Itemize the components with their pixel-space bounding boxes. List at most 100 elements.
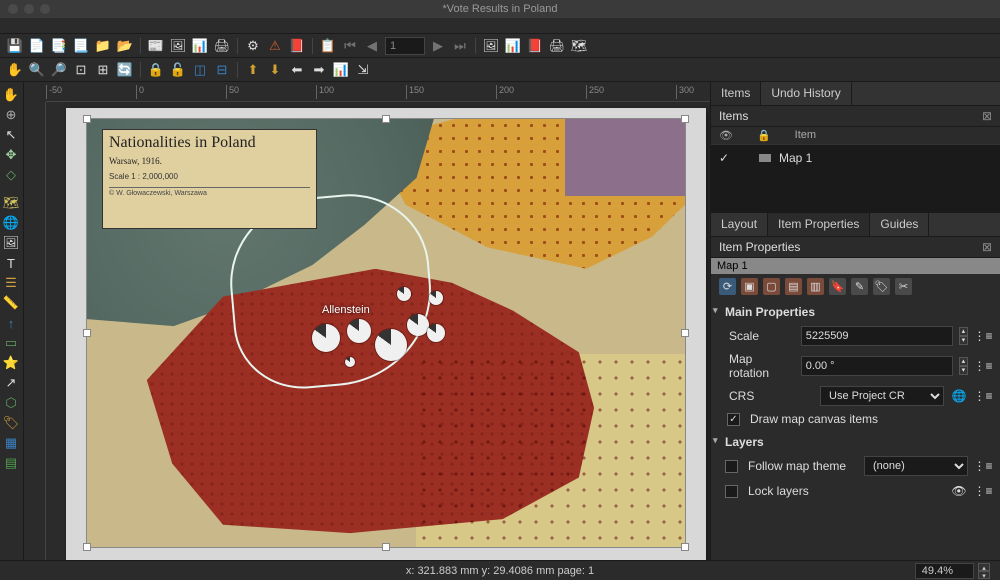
- resize-handle[interactable]: [681, 543, 689, 551]
- visible-check[interactable]: ✓: [719, 151, 731, 165]
- tab-undo-history[interactable]: Undo History: [761, 82, 851, 105]
- last-feature-button[interactable]: ⏭: [451, 37, 469, 55]
- add-arrow-button[interactable]: ↗: [2, 374, 20, 392]
- move-content-tool[interactable]: ✥: [2, 146, 20, 164]
- zoom-out-button[interactable]: 🔎: [50, 61, 68, 79]
- view-scale-button[interactable]: ▥: [807, 278, 824, 295]
- resize-handle[interactable]: [382, 543, 390, 551]
- zoom-tool[interactable]: ⊕: [2, 106, 20, 124]
- resize-handle[interactable]: [681, 329, 689, 337]
- distribute-button[interactable]: 📊: [332, 61, 350, 79]
- resize-handle[interactable]: [382, 115, 390, 123]
- atlas-config-button[interactable]: 🗺: [570, 37, 588, 55]
- layout-page[interactable]: Nationalities in Poland Warsaw, 1916. Sc…: [66, 108, 706, 560]
- lock-layers-checkbox[interactable]: [725, 485, 738, 498]
- crs-picker-icon[interactable]: 🌐: [950, 387, 968, 405]
- section-main-properties[interactable]: Main Properties: [711, 299, 1000, 323]
- lock-button[interactable]: 🔒: [147, 61, 165, 79]
- menu-bar[interactable]: [0, 18, 1000, 34]
- lower-button[interactable]: ⬇: [266, 61, 284, 79]
- new-layout-button[interactable]: 📄: [28, 37, 46, 55]
- atlas-settings-button[interactable]: ⚙: [244, 37, 262, 55]
- save-button[interactable]: 💾: [6, 37, 24, 55]
- spin-up[interactable]: ▴: [959, 357, 968, 366]
- zoom-up[interactable]: ▴: [978, 563, 990, 571]
- crs-select[interactable]: Use Project CR: [820, 386, 944, 406]
- clip-button[interactable]: ✂: [895, 278, 912, 295]
- align-left-button[interactable]: ⬅: [288, 61, 306, 79]
- add-label-button[interactable]: T: [2, 254, 20, 272]
- resize-handle[interactable]: [681, 115, 689, 123]
- atlas-preview-button[interactable]: ⚠: [266, 37, 284, 55]
- add-html-button[interactable]: 🏷: [2, 414, 20, 432]
- add-page-button[interactable]: 📰: [147, 37, 165, 55]
- atlas-print-button[interactable]: 🖨: [548, 37, 566, 55]
- data-override-icon[interactable]: ⋮≡: [974, 327, 992, 345]
- import-button[interactable]: 📂: [116, 37, 134, 55]
- labeling-button[interactable]: 🏷: [873, 278, 890, 295]
- resize-handle[interactable]: [83, 329, 91, 337]
- minimize-icon[interactable]: [24, 4, 34, 14]
- add-shape-button[interactable]: ▭: [2, 334, 20, 352]
- tab-layout[interactable]: Layout: [711, 213, 768, 236]
- refresh-button[interactable]: 🔄: [116, 61, 134, 79]
- add-north-arrow-button[interactable]: ↑: [2, 314, 20, 332]
- zoom-in-button[interactable]: 🔍: [28, 61, 46, 79]
- delete-button[interactable]: 📃: [72, 37, 90, 55]
- close-panel-icon[interactable]: ⊠: [982, 109, 992, 123]
- item-row-map1[interactable]: ✓ Map 1: [715, 149, 996, 167]
- add-3d-map-button[interactable]: 🌐: [2, 214, 20, 232]
- interactive-edit-button[interactable]: ✎: [851, 278, 868, 295]
- add-legend-button[interactable]: ☰: [2, 274, 20, 292]
- spin-down[interactable]: ▾: [959, 366, 968, 375]
- ungroup-button[interactable]: ⊟: [213, 61, 231, 79]
- align-right-button[interactable]: ➡: [310, 61, 328, 79]
- section-layers[interactable]: Layers: [711, 429, 1000, 453]
- scale-input[interactable]: [801, 326, 953, 346]
- duplicate-button[interactable]: 📑: [50, 37, 68, 55]
- add-marker-button[interactable]: ⭐: [2, 354, 20, 372]
- set-scale-button[interactable]: ▤: [785, 278, 802, 295]
- follow-theme-checkbox[interactable]: [725, 460, 738, 473]
- export-pdf-button[interactable]: 📕: [288, 37, 306, 55]
- update-preview-button[interactable]: ⟳: [719, 278, 736, 295]
- draw-canvas-checkbox[interactable]: ✓: [727, 413, 740, 426]
- tab-item-properties[interactable]: Item Properties: [768, 213, 870, 236]
- add-scalebar-button[interactable]: 📏: [2, 294, 20, 312]
- first-feature-button[interactable]: ⏮: [341, 37, 359, 55]
- group-button[interactable]: ◫: [191, 61, 209, 79]
- rotation-input[interactable]: [801, 356, 953, 376]
- data-override-icon[interactable]: ⋮≡: [974, 387, 992, 405]
- zoom-input[interactable]: 49.4%: [915, 563, 974, 579]
- print-button[interactable]: 🖨: [213, 37, 231, 55]
- add-image-button[interactable]: 🖼: [2, 234, 20, 252]
- resize-handle[interactable]: [83, 543, 91, 551]
- pan-tool[interactable]: ✋: [2, 86, 20, 104]
- add-table-button[interactable]: ▦: [2, 434, 20, 452]
- zoom-100-button[interactable]: ⊞: [94, 61, 112, 79]
- copy-layers-icon[interactable]: 👁: [950, 482, 968, 500]
- spin-up[interactable]: ▴: [959, 327, 968, 336]
- col-lock-icon[interactable]: 🔒: [757, 129, 771, 142]
- resize-button[interactable]: ⇲: [354, 61, 372, 79]
- view-extent-button[interactable]: ▢: [763, 278, 780, 295]
- select-tool[interactable]: ↖: [2, 126, 20, 144]
- export-atlas-image-button[interactable]: 🖼: [482, 37, 500, 55]
- data-override-icon[interactable]: ⋮≡: [974, 457, 992, 475]
- page-number-input[interactable]: [385, 37, 425, 55]
- data-override-icon[interactable]: ⋮≡: [974, 357, 992, 375]
- unlock-button[interactable]: 🔓: [169, 61, 187, 79]
- pan-button[interactable]: ✋: [6, 61, 24, 79]
- close-panel-icon[interactable]: ⊠: [982, 240, 992, 254]
- prev-feature-button[interactable]: ◀: [363, 37, 381, 55]
- export-image-button[interactable]: 🖼: [169, 37, 187, 55]
- zoom-down[interactable]: ▾: [978, 571, 990, 579]
- export-atlas-svg-button[interactable]: 📊: [504, 37, 522, 55]
- zoom-full-button[interactable]: ⊡: [72, 61, 90, 79]
- col-visible-icon[interactable]: 👁: [719, 129, 733, 142]
- window-controls[interactable]: [8, 4, 50, 14]
- layout-manager-button[interactable]: 📁: [94, 37, 112, 55]
- atlas-toggle-button[interactable]: 📋: [319, 37, 337, 55]
- edit-nodes-tool[interactable]: ◇: [2, 166, 20, 184]
- tab-items[interactable]: Items: [711, 82, 761, 105]
